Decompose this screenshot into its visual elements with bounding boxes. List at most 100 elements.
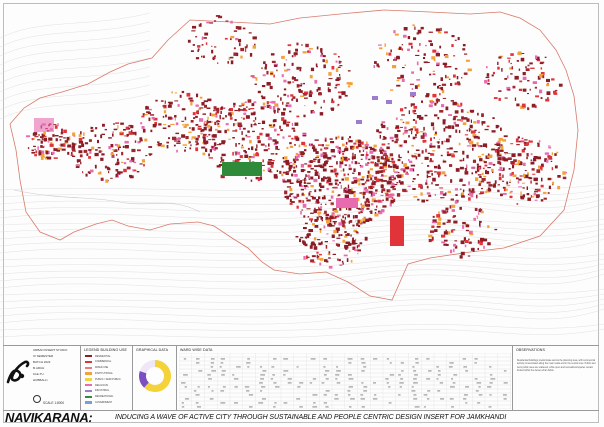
building (291, 173, 294, 177)
legend-swatch (85, 401, 92, 404)
building (273, 174, 278, 178)
building (537, 188, 541, 192)
building (230, 35, 235, 39)
table-cell-mark (465, 386, 470, 388)
building (72, 132, 76, 136)
building (246, 44, 248, 48)
building (417, 153, 421, 157)
building (305, 197, 308, 199)
building (380, 194, 384, 196)
building (358, 224, 361, 227)
building (247, 99, 252, 103)
building (464, 171, 469, 175)
building (431, 56, 436, 60)
building (485, 190, 487, 194)
building (297, 154, 300, 158)
table-cell-mark (360, 394, 364, 396)
building (296, 42, 299, 46)
building (325, 203, 327, 205)
building (389, 177, 391, 180)
building (322, 168, 327, 172)
project-subtitle: INDUCING A WAVE OF ACTIVE CITY THROUGH S… (115, 414, 507, 421)
table-cell-mark (347, 390, 351, 392)
building (300, 153, 305, 156)
building (382, 154, 388, 156)
building (407, 48, 410, 51)
contour-line (0, 12, 151, 39)
building (232, 130, 236, 132)
building (440, 27, 442, 31)
building (509, 195, 513, 199)
building (527, 64, 530, 67)
building (334, 87, 337, 89)
building (344, 187, 347, 189)
building (521, 140, 525, 142)
building (507, 157, 512, 160)
building (344, 147, 349, 151)
building (199, 118, 204, 122)
building (497, 157, 502, 161)
building (439, 93, 441, 96)
building (419, 116, 424, 120)
table-cell-mark (448, 366, 453, 368)
building (364, 236, 368, 241)
building (173, 140, 177, 142)
building (294, 53, 296, 57)
building (142, 128, 146, 133)
building (504, 97, 508, 99)
building (255, 153, 260, 157)
building (408, 42, 413, 46)
legend-swatch (85, 384, 92, 387)
building (399, 126, 403, 128)
building (162, 127, 167, 129)
building (477, 112, 479, 116)
building (462, 150, 465, 155)
building (307, 216, 310, 218)
building (241, 137, 245, 141)
building (348, 192, 350, 195)
building (314, 219, 318, 221)
building (317, 159, 321, 163)
building (251, 156, 255, 159)
building (347, 189, 352, 192)
building (293, 129, 296, 132)
building (386, 146, 390, 150)
table-cell-mark (347, 374, 352, 376)
building (323, 154, 328, 159)
table-cell-mark (287, 378, 292, 380)
legend-label: PUBLIC / SEMI PUBLIC (95, 377, 121, 381)
building (388, 156, 391, 159)
building (173, 144, 176, 147)
building (143, 164, 145, 167)
building (304, 97, 308, 99)
building (290, 94, 294, 97)
building (78, 134, 82, 137)
building (270, 126, 275, 128)
building (310, 168, 314, 170)
building (259, 132, 263, 136)
building (261, 67, 263, 70)
building (107, 167, 111, 170)
table-cell-mark (296, 366, 299, 368)
building (381, 143, 386, 146)
building (276, 169, 279, 172)
building (282, 120, 287, 125)
building (326, 181, 329, 184)
building (337, 66, 341, 68)
building (296, 84, 300, 88)
building (548, 146, 552, 149)
building (415, 133, 417, 137)
table-cell-mark (312, 378, 317, 380)
building (289, 188, 293, 192)
building (477, 247, 479, 250)
building (334, 179, 339, 182)
building (334, 215, 337, 219)
building (248, 32, 252, 34)
building (411, 155, 417, 158)
building (321, 241, 323, 245)
building (502, 180, 505, 182)
building (396, 193, 401, 197)
building (186, 92, 191, 97)
map-sheet: URBAN INSERT STUDIO IX SEMESTER BATCH 20… (0, 0, 604, 427)
building (540, 166, 543, 170)
